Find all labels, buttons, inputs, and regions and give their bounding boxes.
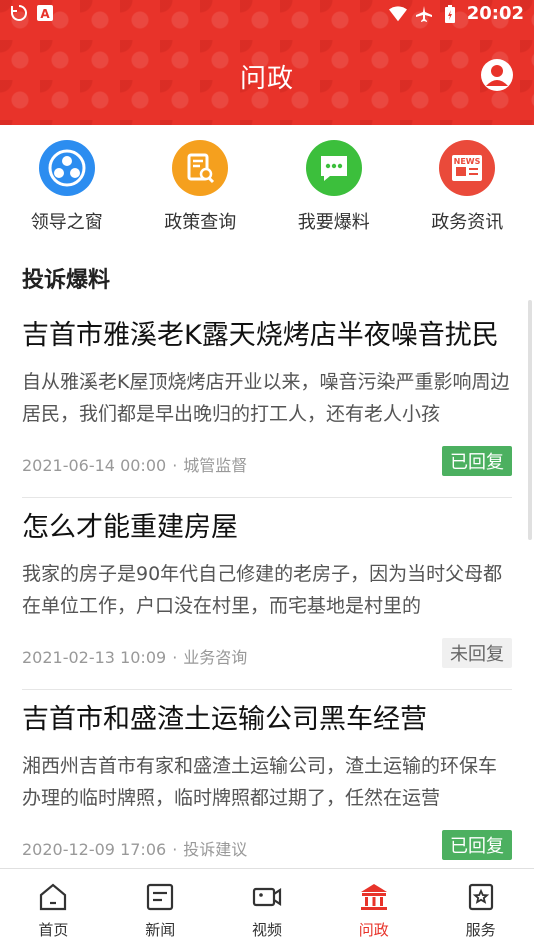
- government-icon: [358, 881, 390, 913]
- nav-label: 视频: [214, 919, 321, 940]
- sync-icon: [10, 4, 28, 22]
- app-a-icon: A: [36, 4, 54, 22]
- item-meta: 2020-12-09 17:06·投诉建议: [22, 836, 247, 860]
- nav-item-news[interactable]: 新闻: [107, 869, 214, 949]
- item-category: 投诉建议: [183, 840, 247, 859]
- quick-item-label: 政务资讯: [401, 208, 534, 234]
- item-date: 2021-06-14 00:00: [22, 456, 166, 475]
- quick-menu: 领导之窗 政策查询 我要爆料 NEWS 政务资讯: [0, 140, 534, 240]
- status-bar: A 20:02: [0, 0, 534, 28]
- item-meta: 2021-06-14 00:00·城管监督: [22, 452, 247, 476]
- home-icon: [37, 881, 69, 913]
- service-icon: [465, 881, 497, 913]
- quick-item-label: 领导之窗: [0, 208, 134, 234]
- user-profile-button[interactable]: [480, 58, 514, 92]
- quick-item-label: 政策查询: [134, 208, 268, 234]
- quick-item-report[interactable]: 我要爆料: [267, 140, 401, 240]
- item-title: 吉首市和盛渣土运输公司黑车经营: [22, 700, 512, 740]
- svg-text:A: A: [40, 7, 50, 21]
- item-description: 自从雅溪老K屋顶烧烤店开业以来，噪音污染严重影响周边居民，我们都是早出晚归的打工…: [22, 366, 512, 430]
- section-title: 投诉爆料: [22, 262, 110, 294]
- bottom-nav: 首页 新闻 视频 问政 服务: [0, 868, 534, 949]
- nav-label: 问政: [320, 919, 427, 940]
- wifi-icon: [389, 5, 407, 23]
- item-meta: 2021-02-13 10:09·业务咨询: [22, 644, 247, 668]
- news-icon: [144, 881, 176, 913]
- app-header: A 20:02 问政: [0, 0, 534, 125]
- quick-item-leaders-window[interactable]: 领导之窗: [0, 140, 134, 240]
- people-group-icon: [39, 140, 95, 196]
- item-date: 2020-12-09 17:06: [22, 840, 166, 859]
- user-icon: [480, 58, 514, 92]
- status-badge: 已回复: [442, 830, 512, 860]
- video-icon: [251, 881, 283, 913]
- list-item[interactable]: 怎么才能重建房屋 我家的房子是90年代自己修建的老房子，因为当时父母都在单位工作…: [22, 498, 512, 690]
- quick-item-label: 我要爆料: [267, 208, 401, 234]
- nav-label: 首页: [0, 919, 107, 940]
- item-description: 我家的房子是90年代自己修建的老房子，因为当时父母都在单位工作，户口没在村里，而…: [22, 558, 512, 622]
- chat-bubble-icon: [306, 140, 362, 196]
- quick-item-gov-news[interactable]: NEWS 政务资讯: [401, 140, 534, 240]
- list-item[interactable]: 吉首市和盛渣土运输公司黑车经营 湘西州吉首市有家和盛渣土运输公司，渣土运输的环保…: [22, 690, 512, 881]
- item-title: 吉首市雅溪老K露天烧烤店半夜噪音扰民: [22, 316, 512, 356]
- nav-item-home[interactable]: 首页: [0, 869, 107, 949]
- news-icon-text: NEWS: [454, 157, 481, 166]
- item-date: 2021-02-13 10:09: [22, 648, 166, 667]
- status-badge: 未回复: [442, 638, 512, 668]
- item-description: 湘西州吉首市有家和盛渣土运输公司，渣土运输的环保车办理的临时牌照，临时牌照都过期…: [22, 750, 512, 814]
- newspaper-icon: NEWS: [439, 140, 495, 196]
- complaint-list: 吉首市雅溪老K露天烧烤店半夜噪音扰民 自从雅溪老K屋顶烧烤店开业以来，噪音污染严…: [22, 306, 512, 881]
- nav-item-service[interactable]: 服务: [427, 869, 534, 949]
- page-title: 问政: [0, 58, 534, 95]
- list-item[interactable]: 吉首市雅溪老K露天烧烤店半夜噪音扰民 自从雅溪老K屋顶烧烤店开业以来，噪音污染严…: [22, 306, 512, 498]
- status-time: 20:02: [467, 3, 524, 24]
- nav-label: 新闻: [107, 919, 214, 940]
- item-title: 怎么才能重建房屋: [22, 508, 512, 548]
- quick-item-policy-search[interactable]: 政策查询: [134, 140, 268, 240]
- item-category: 业务咨询: [183, 648, 247, 667]
- scrollbar[interactable]: [528, 300, 532, 540]
- nav-label: 服务: [427, 919, 534, 940]
- battery-icon: [441, 5, 459, 23]
- document-search-icon: [172, 140, 228, 196]
- status-badge: 已回复: [442, 446, 512, 476]
- nav-item-video[interactable]: 视频: [214, 869, 321, 949]
- item-category: 城管监督: [183, 456, 247, 475]
- nav-item-wenzheng[interactable]: 问政: [320, 869, 427, 949]
- airplane-icon: [415, 5, 433, 23]
